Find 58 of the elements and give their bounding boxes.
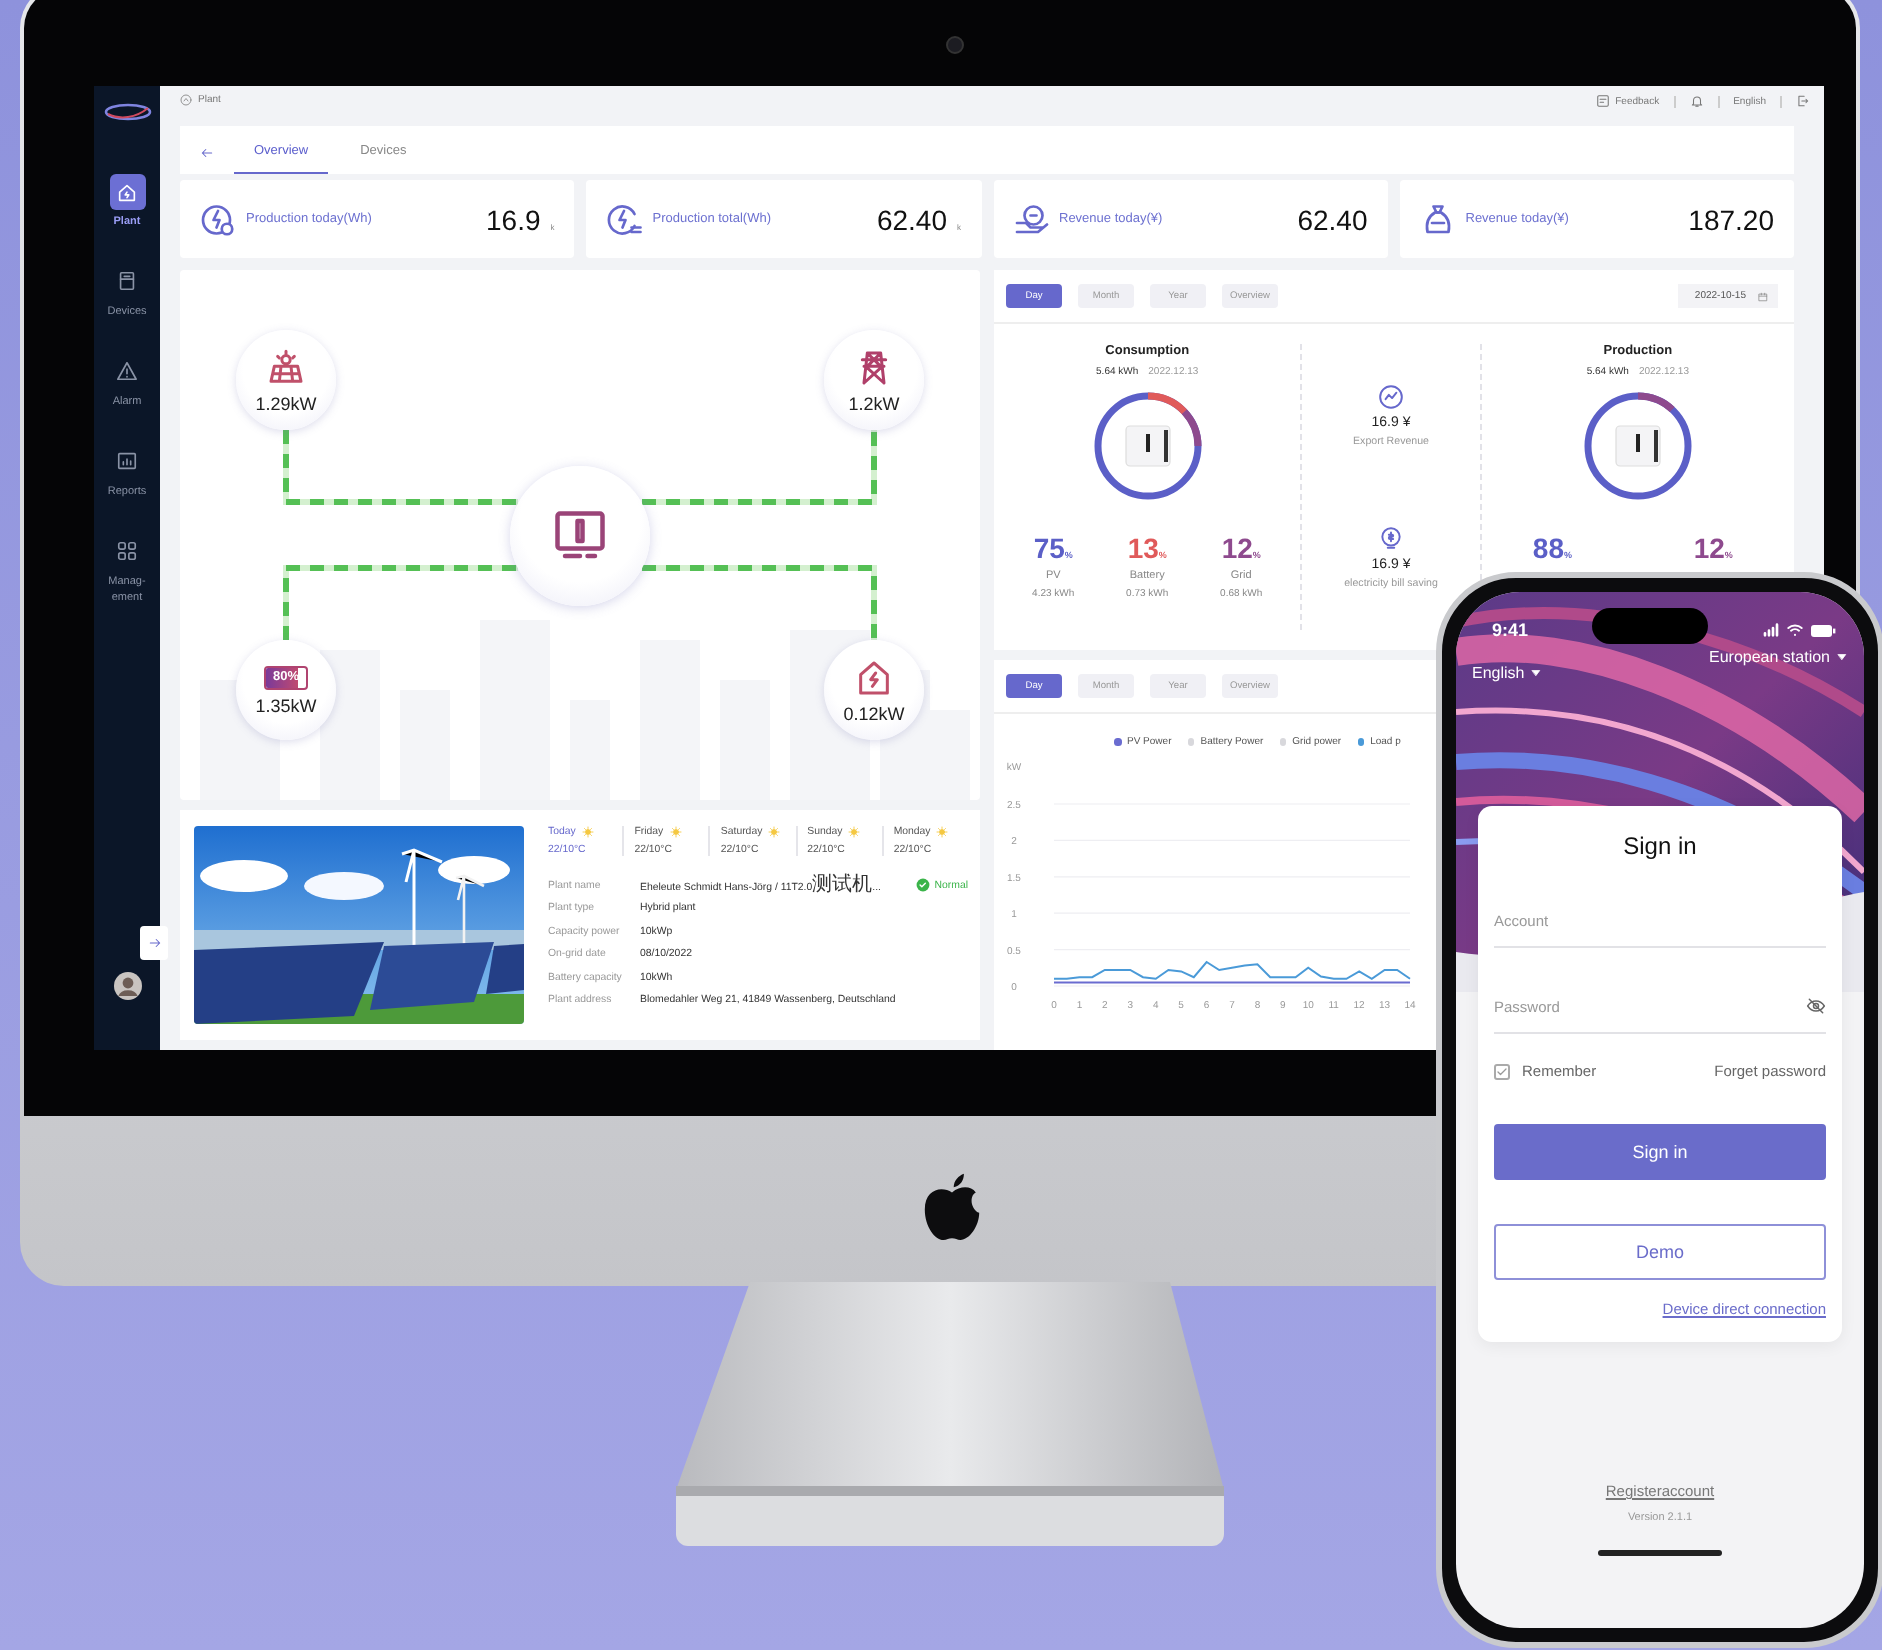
avatar-icon: [114, 972, 142, 1000]
wifi-icon: [1786, 622, 1804, 638]
check-circle-icon: [916, 878, 931, 893]
status-time: 9:41: [1492, 620, 1529, 640]
percent-value: 13: [1127, 532, 1159, 564]
calendar-icon: [1758, 291, 1768, 301]
caret-icon: [1836, 652, 1848, 662]
sun-icon: [848, 826, 861, 838]
station-dropdown[interactable]: European station: [1709, 648, 1848, 666]
signal-icon: [1762, 622, 1780, 638]
demo-button[interactable]: Demo: [1494, 1224, 1826, 1280]
sun-icon: [768, 826, 781, 838]
percent-value: 12: [1221, 532, 1253, 564]
camera-island: [1592, 608, 1708, 644]
solar-panel-icon: [266, 347, 306, 387]
sun-icon: [669, 826, 682, 838]
percent-value: 88: [1532, 532, 1564, 564]
home-indicator: [1598, 1550, 1722, 1556]
trend-circle-icon: [1378, 383, 1404, 410]
sign-in-button[interactable]: Sign in: [1494, 1124, 1826, 1180]
coin-hand-icon: [1013, 201, 1049, 237]
language-dropdown[interactable]: English: [1472, 664, 1543, 682]
feedback-icon: [1595, 94, 1610, 108]
warning-icon: [116, 360, 138, 383]
power-reading: 1.35kW: [255, 695, 317, 715]
back-arrow-icon: [200, 145, 214, 159]
ring-chart-drawing: [1091, 390, 1204, 502]
home-icon: [116, 181, 138, 203]
caret-icon: [1530, 668, 1543, 678]
sun-icon: [936, 826, 949, 838]
stat-value: 62.40: [876, 203, 947, 235]
stat-value: 16.9: [486, 203, 541, 235]
stat-value: 187.20: [1688, 203, 1774, 235]
grid-icon: [116, 540, 138, 563]
bolt-icon: [200, 201, 236, 237]
percent-value: 12: [1693, 532, 1725, 564]
logo-icon: [103, 102, 151, 122]
bolt-icon: [606, 201, 643, 237]
eye-off-icon: [1806, 996, 1826, 1016]
cabinet-icon: [116, 270, 138, 293]
bell-icon: [1689, 94, 1704, 108]
chart-icon: [116, 450, 138, 473]
ring-chart-drawing: [1581, 390, 1694, 502]
camera-dot: [946, 36, 964, 54]
power-reading: 1.2kW: [848, 393, 900, 413]
checkbox[interactable]: [1494, 1063, 1510, 1079]
logout-icon: [1796, 94, 1810, 108]
percent-value: 75: [1033, 532, 1065, 564]
house-bolt-icon: [854, 657, 894, 697]
sun-icon: [581, 826, 594, 838]
coin-bulb-icon: [1378, 526, 1405, 553]
power-reading: 1.29kW: [255, 393, 317, 413]
check-icon: [1496, 1065, 1508, 1077]
power-reading: 0.12kW: [843, 703, 905, 723]
arrow-right-icon: [147, 936, 161, 950]
card-title: Sign in: [1621, 830, 1699, 862]
stat-value: 62.40: [1297, 203, 1368, 235]
expand-button[interactable]: [140, 926, 168, 960]
